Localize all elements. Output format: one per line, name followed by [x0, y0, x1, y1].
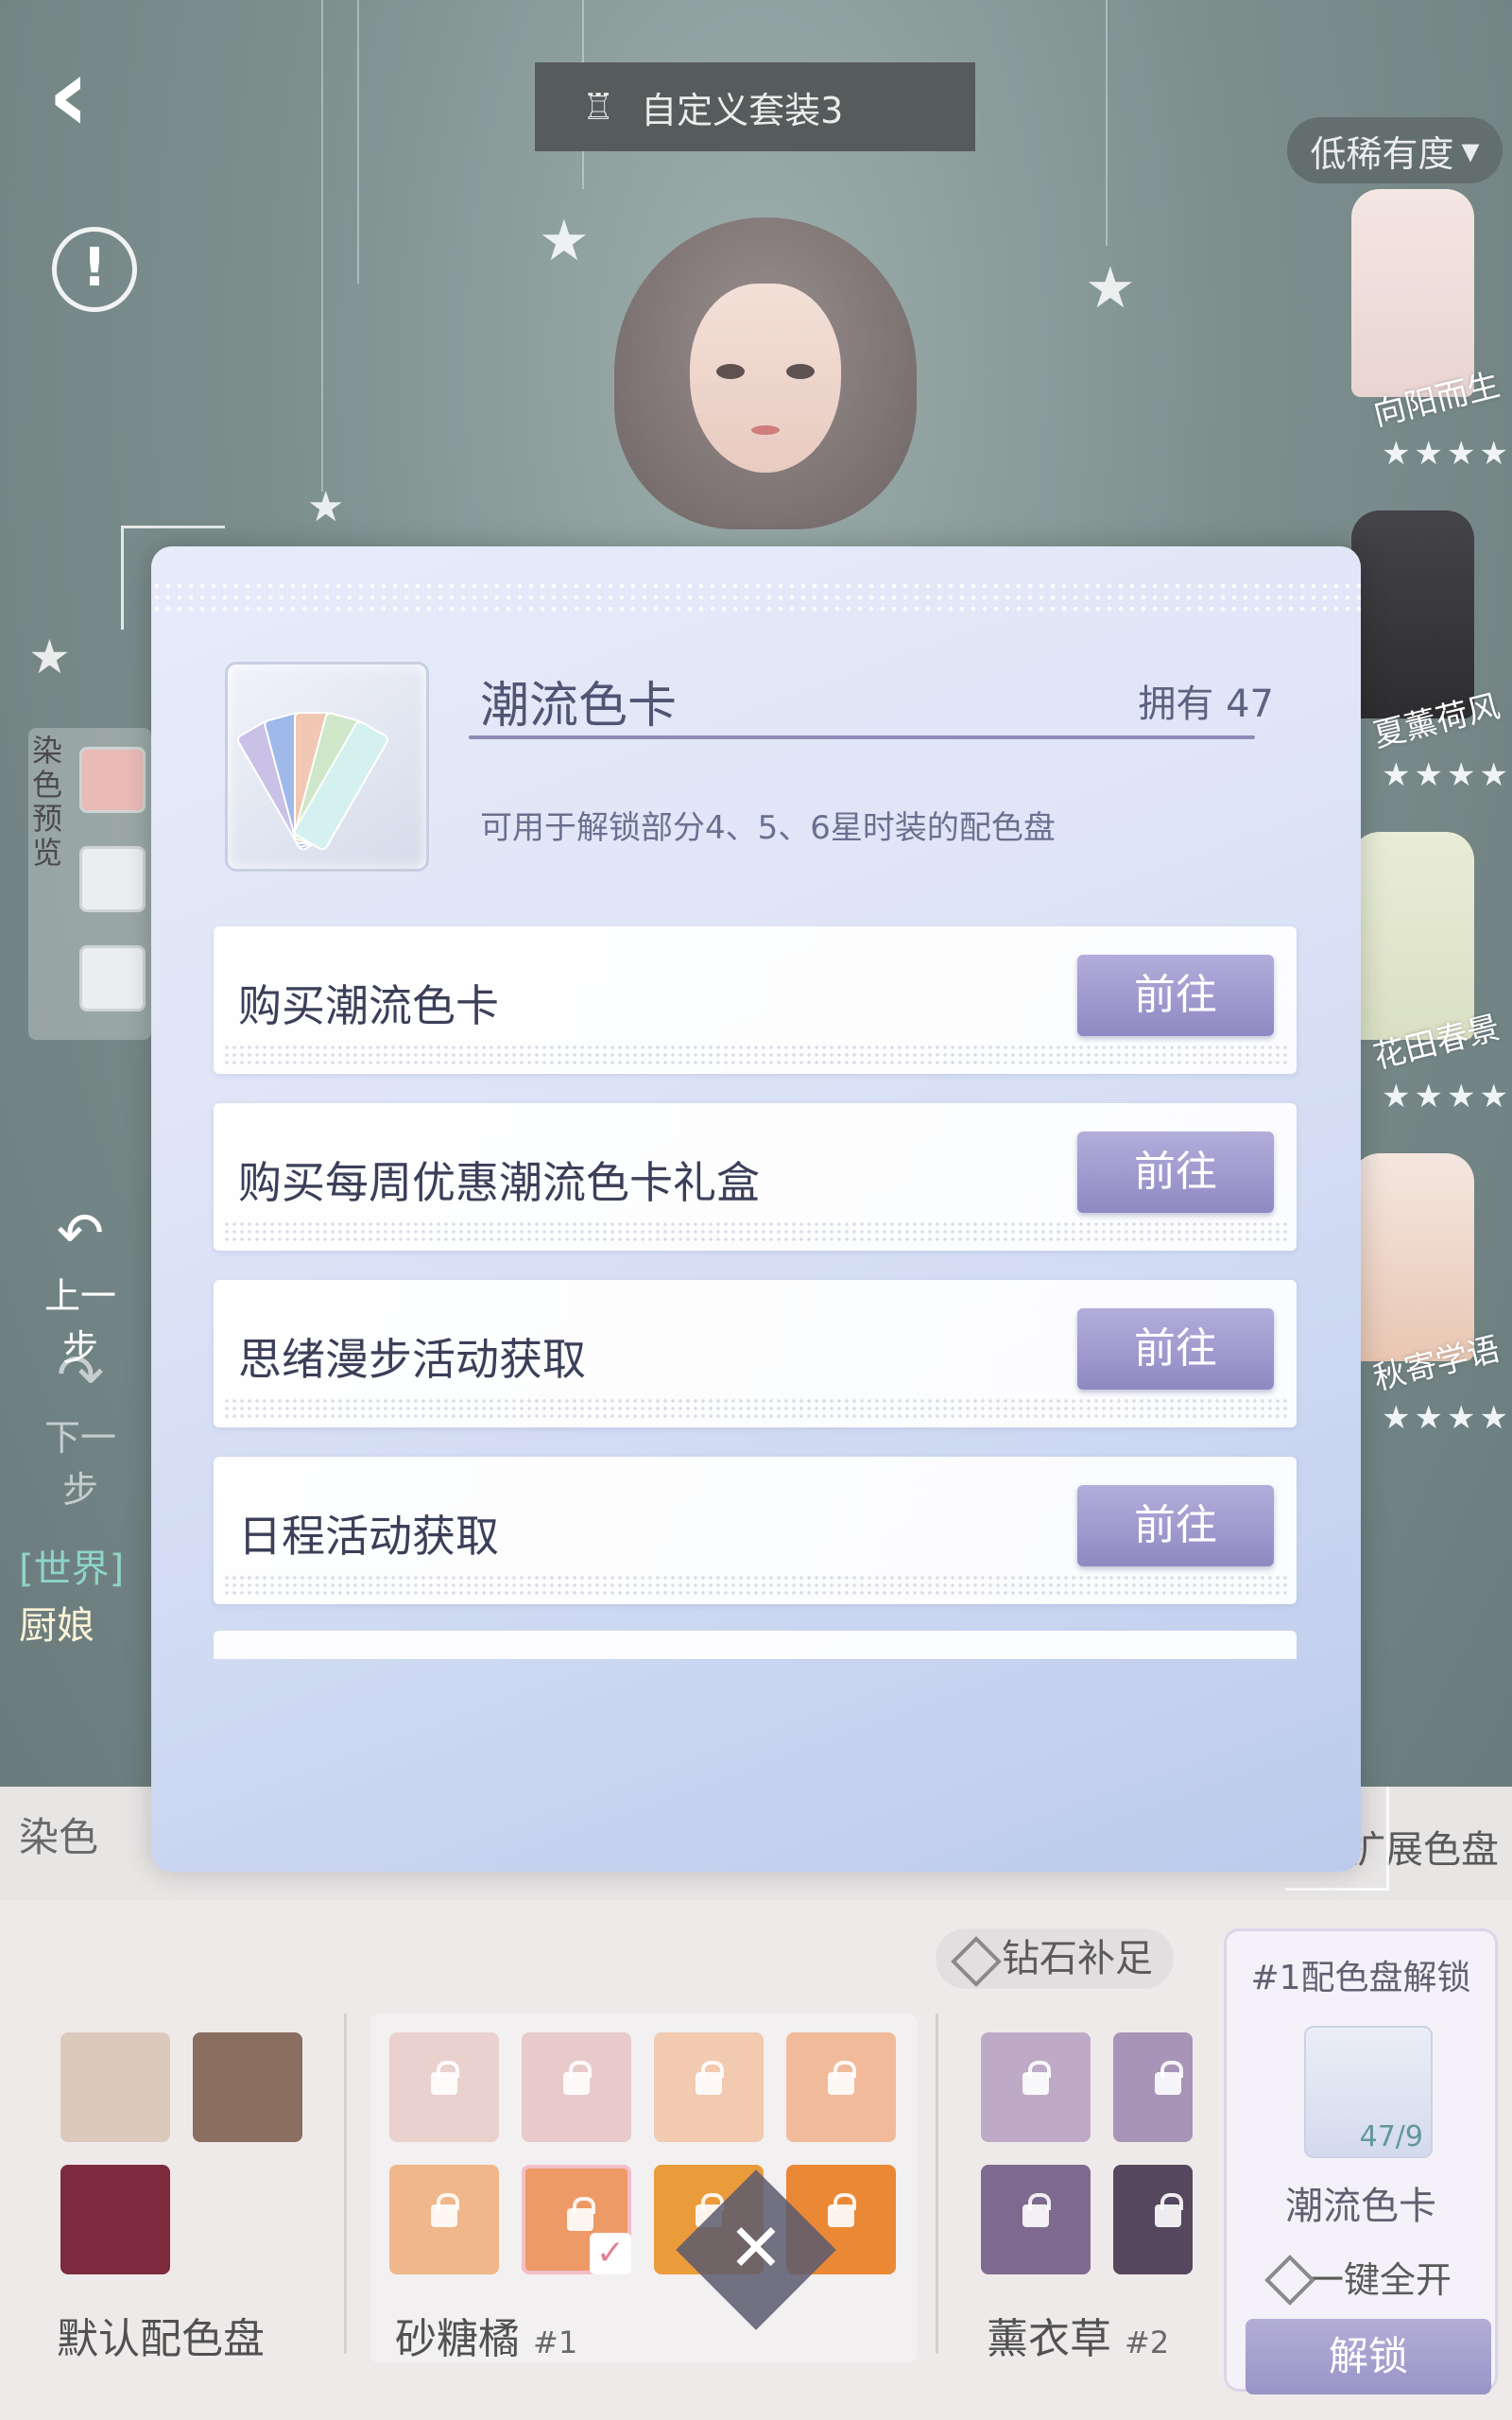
dot-pattern — [151, 580, 1361, 618]
go-button[interactable]: 前往 — [1077, 1485, 1274, 1566]
source-label: 日程活动获取 — [238, 1511, 499, 1562]
close-icon: ✕ — [728, 2209, 784, 2287]
owned-count: 拥有 47 — [1138, 683, 1274, 726]
source-row: 思绪漫步活动获取 前往 — [214, 1280, 1297, 1427]
source-row: 日程活动获取 前往 — [214, 1457, 1297, 1604]
title-underline — [469, 735, 1255, 739]
source-row: 购买每周优惠潮流色卡礼盒 前往 — [214, 1103, 1297, 1251]
source-row-partial[interactable] — [214, 1631, 1297, 1659]
source-label: 购买潮流色卡 — [238, 980, 499, 1031]
color-fan-icon — [234, 693, 391, 853]
color-card-item-icon — [225, 662, 429, 872]
go-button[interactable]: 前往 — [1077, 1132, 1274, 1213]
source-label: 思绪漫步活动获取 — [238, 1334, 586, 1385]
item-source-modal: 潮流色卡 拥有 47 可用于解锁部分4、5、6星时装的配色盘 购买潮流色卡 前往… — [151, 546, 1361, 1872]
item-name: 潮流色卡 — [480, 678, 678, 735]
close-button[interactable]: ✕ — [676, 2169, 836, 2330]
item-description: 可用于解锁部分4、5、6星时装的配色盘 — [480, 809, 1056, 847]
go-button[interactable]: 前往 — [1077, 1308, 1274, 1390]
source-row: 购买潮流色卡 前往 — [214, 926, 1297, 1074]
source-label: 购买每周优惠潮流色卡礼盒 — [238, 1157, 760, 1208]
go-button[interactable]: 前往 — [1077, 955, 1274, 1036]
